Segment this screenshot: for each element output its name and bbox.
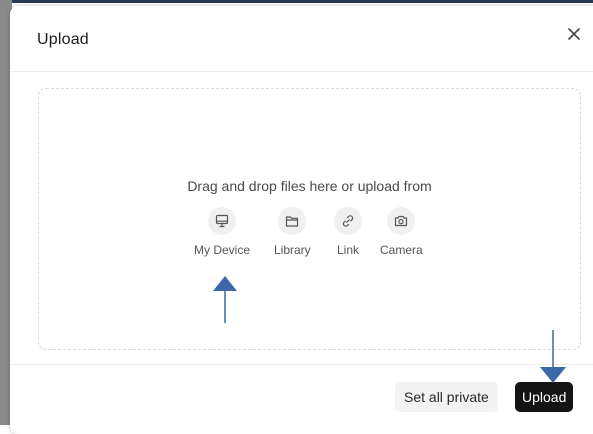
dialog-header: Upload [10, 6, 593, 72]
drop-instruction: Drag and drop files here or upload from [187, 178, 432, 194]
background-top-line [12, 0, 593, 3]
folder-icon [278, 207, 307, 235]
link-icon [334, 207, 362, 235]
dialog-footer: Set all private Upload [10, 364, 593, 434]
close-icon [568, 28, 580, 40]
source-library[interactable]: Library [274, 207, 311, 257]
close-button[interactable] [562, 22, 586, 46]
dialog-title: Upload [37, 31, 89, 48]
source-label: My Device [194, 243, 251, 257]
source-link[interactable]: Link [334, 207, 362, 257]
source-my-device[interactable]: My Device [194, 207, 250, 257]
upload-dialog: Upload Drag and drop files here or uploa… [10, 6, 593, 434]
set-all-private-button[interactable]: Set all private [395, 382, 498, 412]
monitor-icon [208, 207, 236, 235]
source-camera[interactable]: Camera [380, 207, 423, 257]
source-label: Camera [380, 243, 423, 257]
upload-button[interactable]: Upload [515, 382, 574, 412]
source-label: Link [336, 243, 359, 257]
source-label: Library [274, 243, 311, 257]
drop-zone[interactable]: Drag and drop files here or upload from … [38, 88, 581, 350]
camera-icon [387, 207, 416, 235]
